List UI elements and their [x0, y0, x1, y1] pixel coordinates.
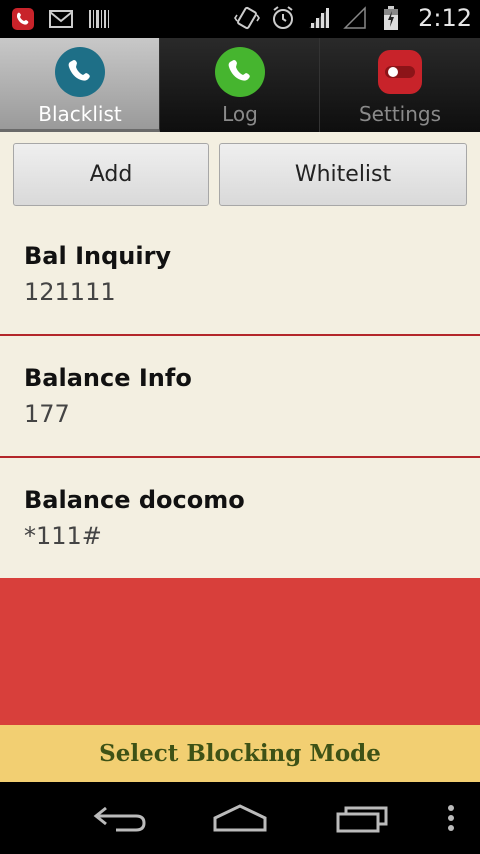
phone-icon	[215, 47, 265, 97]
blocking-mode-bar[interactable]: Select Blocking Mode	[0, 725, 480, 782]
alarm-icon	[270, 5, 296, 31]
home-icon[interactable]	[210, 800, 270, 836]
navigation-bar	[0, 782, 480, 854]
empty-list-area	[0, 578, 480, 725]
item-number: 177	[24, 400, 70, 428]
battery-icon	[378, 5, 404, 31]
item-number: *111#	[24, 522, 102, 550]
overflow-menu-icon[interactable]	[440, 800, 462, 836]
toggle-icon	[378, 50, 422, 94]
list-item[interactable]: Balance docomo *111#	[0, 458, 480, 580]
status-bar: 2:12	[0, 0, 480, 38]
action-buttons: Add Whitelist	[13, 143, 467, 206]
tab-bar: Blacklist Log Settings	[0, 38, 480, 132]
item-name: Balance Info	[24, 364, 192, 392]
clock: 2:12	[418, 4, 472, 32]
tab-label-log: Log	[222, 102, 258, 126]
add-button[interactable]: Add	[13, 143, 209, 206]
gmail-icon	[48, 6, 74, 32]
item-number: 121111	[24, 278, 116, 306]
item-name: Bal Inquiry	[24, 242, 172, 270]
tab-label-settings: Settings	[358, 102, 442, 126]
blocking-mode-label: Select Blocking Mode	[99, 740, 381, 767]
vibrate-icon	[234, 5, 261, 31]
tab-settings[interactable]: Settings	[320, 38, 480, 132]
phone-icon	[55, 47, 105, 97]
blacklist-panel: Add Whitelist Bal Inquiry 121111 Balance…	[0, 132, 480, 580]
signal-icon	[306, 5, 332, 31]
tab-blacklist[interactable]: Blacklist	[0, 38, 160, 132]
recents-icon[interactable]	[332, 800, 392, 836]
list-item[interactable]: Balance Info 177	[0, 336, 480, 458]
list-item[interactable]: Bal Inquiry 121111	[0, 214, 480, 336]
tab-label-blacklist: Blacklist	[38, 102, 122, 126]
signal-empty-icon	[342, 5, 368, 31]
back-icon[interactable]	[90, 800, 150, 836]
missed-call-icon	[10, 6, 36, 32]
item-name: Balance docomo	[24, 486, 245, 514]
whitelist-button[interactable]: Whitelist	[219, 143, 467, 206]
blacklist-list: Bal Inquiry 121111 Balance Info 177 Bala…	[0, 214, 480, 580]
tab-log[interactable]: Log	[160, 38, 320, 132]
barcode-icon	[86, 6, 112, 32]
